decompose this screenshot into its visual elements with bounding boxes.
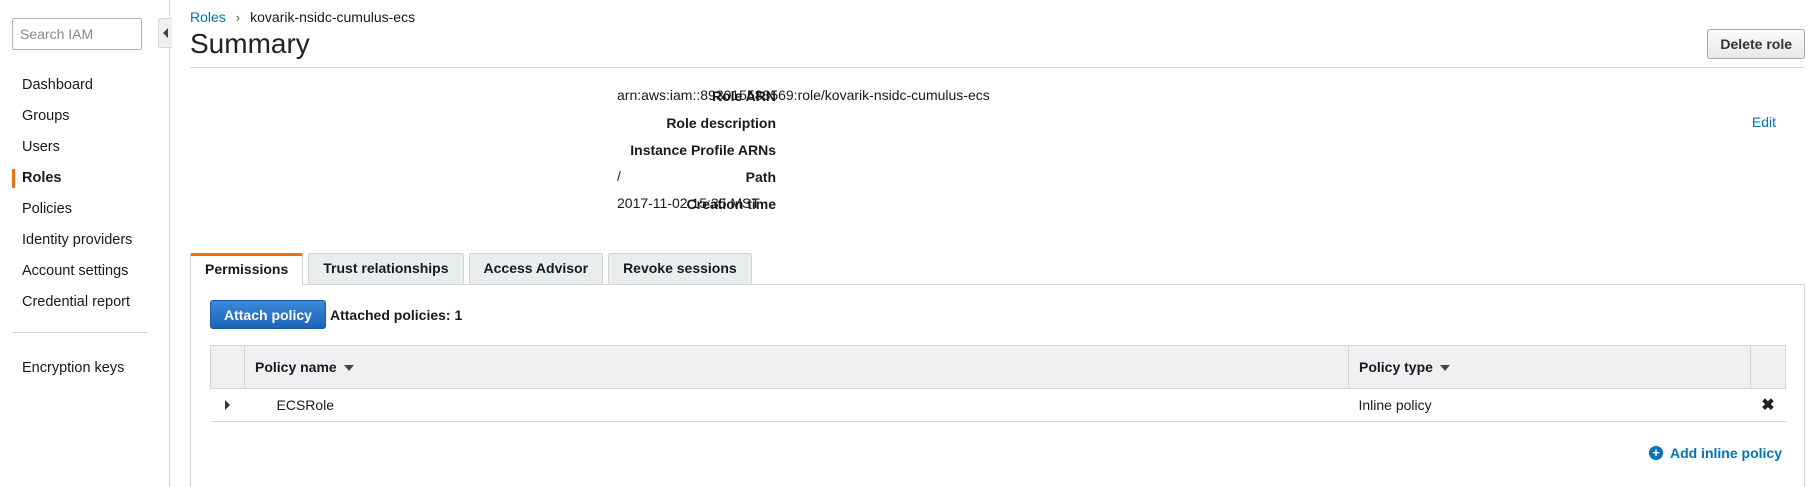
sidebar-nav: Dashboard Groups Users Roles Policies Id… bbox=[0, 70, 169, 318]
role-description-label: Role description bbox=[666, 115, 776, 131]
search-input[interactable] bbox=[12, 18, 142, 50]
delete-role-button[interactable]: Delete role bbox=[1707, 29, 1805, 59]
sidebar-item-roles[interactable]: Roles bbox=[0, 163, 169, 194]
add-inline-policy-label: Add inline policy bbox=[1669, 445, 1782, 461]
creation-time-value: 2017-11-02 15:35 MST bbox=[617, 195, 760, 211]
title-divider bbox=[190, 67, 1805, 68]
caret-left-icon bbox=[163, 28, 168, 38]
table-row: ECSRole Inline policy ✖ bbox=[210, 388, 1786, 422]
policy-name-cell: ECSRole bbox=[244, 388, 1349, 422]
sidebar: Dashboard Groups Users Roles Policies Id… bbox=[0, 0, 172, 487]
expand-row-icon[interactable] bbox=[225, 400, 230, 410]
policy-type-header-label: Policy type bbox=[1359, 359, 1433, 375]
table-header-row: Policy name Policy type bbox=[210, 345, 1786, 389]
remove-policy-icon[interactable]: ✖ bbox=[1761, 397, 1774, 414]
policy-type-column-header[interactable]: Policy type bbox=[1348, 345, 1751, 389]
detail-row-role-arn: Role ARN arn:aws:iam::893015583569:role/… bbox=[190, 84, 1805, 106]
breadcrumb: Roles › kovarik-nsidc-cumulus-ecs bbox=[190, 9, 415, 25]
sidebar-item-encryption-keys[interactable]: Encryption keys bbox=[0, 353, 169, 384]
policy-name-header-label: Policy name bbox=[255, 359, 337, 375]
plus-circle-icon: + bbox=[1648, 446, 1663, 460]
sidebar-divider bbox=[12, 332, 148, 333]
detail-row-creation-time: Creation time 2017-11-02 15:35 MST bbox=[190, 192, 1805, 214]
breadcrumb-roles-link[interactable]: Roles bbox=[190, 9, 226, 25]
sidebar-item-policies[interactable]: Policies bbox=[0, 194, 169, 225]
sidebar-item-credential-report[interactable]: Credential report bbox=[0, 287, 169, 318]
sidebar-secondary-nav: Encryption keys bbox=[0, 353, 169, 384]
sort-caret-down-icon bbox=[1439, 365, 1450, 372]
breadcrumb-current: kovarik-nsidc-cumulus-ecs bbox=[250, 9, 416, 25]
expand-column-header bbox=[210, 345, 245, 389]
add-inline-policy-link[interactable]: + Add inline policy bbox=[1648, 445, 1782, 461]
tab-trust-relationships[interactable]: Trust relationships bbox=[308, 253, 464, 284]
sidebar-item-identity-providers[interactable]: Identity providers bbox=[0, 225, 169, 256]
collapse-sidebar-button[interactable] bbox=[158, 18, 172, 48]
instance-profile-arns-label: Instance Profile ARNs bbox=[630, 142, 776, 158]
expand-cell bbox=[210, 388, 245, 422]
role-arn-value: arn:aws:iam::893015583569:role/kovarik-n… bbox=[617, 87, 990, 103]
role-tabs: Permissions Trust relationships Access A… bbox=[190, 253, 752, 285]
attach-policy-button[interactable]: Attach policy bbox=[210, 300, 326, 329]
permissions-panel: Attach policy Attached policies: 1 Polic… bbox=[190, 284, 1805, 487]
tab-revoke-sessions[interactable]: Revoke sessions bbox=[608, 253, 752, 284]
policies-table: Policy name Policy type ECSRole Inline p… bbox=[210, 345, 1786, 422]
sidebar-item-account-settings[interactable]: Account settings bbox=[0, 256, 169, 287]
detail-row-instance-profile-arns: Instance Profile ARNs bbox=[190, 138, 1805, 160]
page-title: Summary bbox=[190, 28, 310, 59]
tab-permissions[interactable]: Permissions bbox=[190, 253, 304, 285]
path-value: / bbox=[617, 168, 621, 184]
tab-access-advisor[interactable]: Access Advisor bbox=[468, 253, 604, 284]
policy-name-column-header[interactable]: Policy name bbox=[244, 345, 1349, 389]
chevron-right-icon: › bbox=[235, 9, 241, 25]
path-label: Path bbox=[745, 169, 776, 185]
sort-caret-down-icon bbox=[343, 365, 354, 372]
sidebar-item-users[interactable]: Users bbox=[0, 132, 169, 163]
detail-row-path: Path / bbox=[190, 165, 1805, 187]
edit-description-link[interactable]: Edit bbox=[1752, 114, 1776, 130]
sidebar-item-dashboard[interactable]: Dashboard bbox=[0, 70, 169, 101]
remove-cell: ✖ bbox=[1750, 388, 1786, 422]
actions-column-header bbox=[1750, 345, 1786, 389]
attached-policies-count: Attached policies: 1 bbox=[330, 307, 463, 323]
sidebar-item-groups[interactable]: Groups bbox=[0, 101, 169, 132]
policy-type-cell: Inline policy bbox=[1348, 388, 1751, 422]
main-content: Roles › kovarik-nsidc-cumulus-ecs Summar… bbox=[190, 0, 1805, 487]
detail-row-role-description: Role description Edit bbox=[190, 111, 1805, 133]
